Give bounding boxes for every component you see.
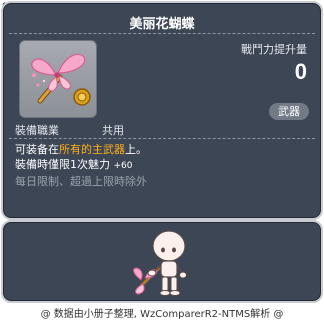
- description-highlight: 所有的主武器: [59, 143, 125, 156]
- score-value: 0: [294, 59, 307, 84]
- job-label: 裝備職業: [15, 124, 59, 137]
- divider: [9, 33, 315, 34]
- item-title: 美丽花蝴蝶: [129, 17, 195, 32]
- butterfly-weapon-icon: [31, 53, 91, 106]
- description-line-2: 裝備時僅限1次魅力 +60: [15, 158, 133, 171]
- score-label: 戰鬥力提升量: [241, 43, 307, 56]
- character-preview: [133, 230, 187, 296]
- description-line-1: 可装备在所有的主武器上。: [15, 143, 147, 156]
- character-preview-panel: [1, 220, 323, 303]
- item-type-badge: 武器: [269, 103, 309, 120]
- description-line-3: 每日限制、超過上限時除外: [15, 175, 147, 188]
- item-tooltip: 美丽花蝴蝶 戰鬥力提升量 0 武器 裝備職業 共用 可装备在所有的主武器上。 裝: [1, 1, 323, 220]
- item-icon-frame: [19, 40, 97, 118]
- charm-value: +60: [113, 161, 133, 171]
- item-description: 可装备在所有的主武器上。 裝備時僅限1次魅力 +60 每日限制、超過上限時除外: [15, 142, 147, 189]
- divider: [9, 138, 315, 139]
- job-value: 共用: [102, 124, 124, 137]
- footer-credit: @ 数据由小册子整理, WzComparerR2-NTMS解析 @: [40, 309, 284, 320]
